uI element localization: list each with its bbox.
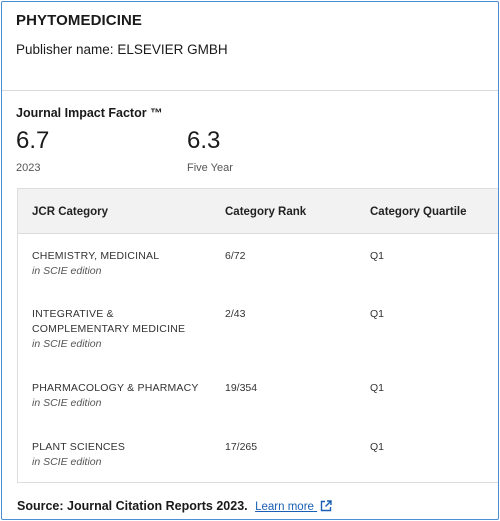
table-header: JCR Category Category Rank Category Quar… — [18, 189, 498, 234]
publisher-label: Publisher name: — [16, 42, 114, 57]
source-year: 2023. — [216, 499, 248, 513]
journal-title: PHYTOMEDICINE — [16, 12, 143, 29]
category-cell: CHEMISTRY, MEDICINAL in SCIE edition — [32, 249, 207, 279]
rank-cell: 2/43 — [225, 308, 246, 320]
category-name: PLANT SCIENCES — [32, 441, 126, 453]
category-cell: INTEGRATIVE & COMPLEMENTARY MEDICINE in … — [32, 307, 207, 352]
impact-factor-five-year: 6.3 Five Year — [187, 127, 233, 175]
category-name: INTEGRATIVE & COMPLEMENTARY MEDICINE — [32, 308, 186, 335]
rank-cell: 6/72 — [225, 250, 246, 262]
edition-label: in SCIE edition — [32, 338, 102, 350]
jcr-category-table: JCR Category Category Rank Category Quar… — [17, 188, 498, 483]
category-name: CHEMISTRY, MEDICINAL — [32, 250, 160, 262]
category-cell: PHARMACOLOGY & PHARMACY in SCIE edition — [32, 381, 207, 411]
jcr-card: PHYTOMEDICINE Publisher name: ELSEVIER G… — [1, 1, 499, 520]
external-link-icon — [320, 500, 332, 515]
quartile-cell: Q1 — [370, 250, 385, 262]
edition-label: in SCIE edition — [32, 456, 102, 468]
quartile-cell: Q1 — [370, 382, 385, 394]
header-category-quartile: Category Quartile — [370, 206, 467, 218]
header-category-rank: Category Rank — [225, 206, 307, 218]
metric-value: 6.7 — [16, 127, 50, 154]
journal-header: PHYTOMEDICINE Publisher name: ELSEVIER G… — [2, 2, 498, 91]
metric-caption: Five Year — [187, 162, 233, 174]
publisher-name: ELSEVIER GMBH — [117, 42, 228, 57]
category-name: PHARMACOLOGY & PHARMACY — [32, 382, 199, 394]
rank-cell: 19/354 — [225, 382, 258, 394]
edition-label: in SCIE edition — [32, 265, 102, 277]
category-cell: PLANT SCIENCES in SCIE edition — [32, 440, 207, 470]
quartile-cell: Q1 — [370, 441, 385, 453]
source-label: Source: Journal Citation Reports — [17, 499, 213, 513]
learn-more-label: Learn more — [255, 501, 314, 513]
publisher-line: Publisher name: ELSEVIER GMBH — [16, 42, 228, 57]
learn-more-link[interactable]: Learn more — [255, 500, 332, 515]
metric-caption: 2023 — [16, 162, 41, 174]
rank-cell: 17/265 — [225, 441, 258, 453]
header-jcr-category: JCR Category — [32, 206, 109, 218]
source-line: Source: Journal Citation Reports 2023. L… — [17, 499, 332, 515]
metric-value: 6.3 — [187, 127, 221, 154]
impact-factor-2023: 6.7 2023 — [16, 127, 50, 175]
edition-label: in SCIE edition — [32, 397, 102, 409]
impact-factor-heading: Journal Impact Factor ™ — [16, 106, 163, 120]
quartile-cell: Q1 — [370, 308, 385, 320]
